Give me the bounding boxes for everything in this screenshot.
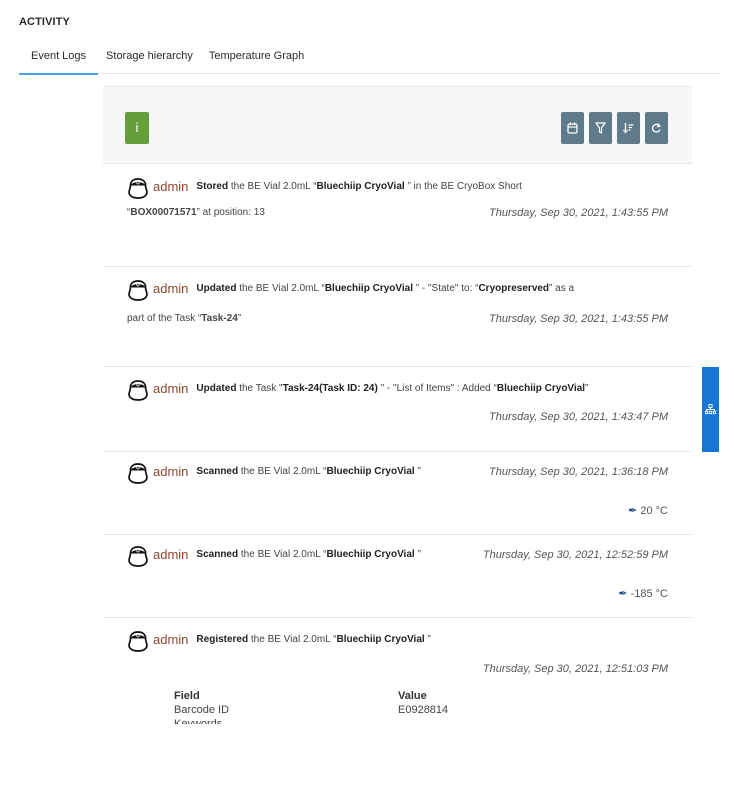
message-text: ” xyxy=(424,634,431,645)
event-log-item: admin Scanned the BE Vial 2.0mL “Bluechi… xyxy=(103,452,692,535)
message-text: ” - "State" to: “ xyxy=(413,283,479,294)
event-log-item: admin Updated the Task "Task-24(Task ID:… xyxy=(103,367,719,452)
temperature-value: -185 °C xyxy=(630,588,668,600)
state-value: Cryopreserved xyxy=(478,283,550,294)
table-row: Barcode ID E0928814 xyxy=(174,703,668,717)
tab-storage-hierarchy[interactable]: Storage hierarchy xyxy=(98,48,201,74)
event-timestamp: Thursday, Sep 30, 2021, 1:36:18 PM xyxy=(489,466,668,478)
user-name-link[interactable]: admin xyxy=(153,179,188,195)
event-log-item: admin Registered the BE Vial 2.0mL “Blue… xyxy=(103,618,692,758)
event-log-item: admin Stored the BE Vial 2.0mL “Bluechii… xyxy=(103,164,692,267)
event-timestamp: Thursday, Sep 30, 2021, 1:43:55 PM xyxy=(489,207,668,219)
user-name-link[interactable]: admin xyxy=(153,632,188,648)
event-timestamp: Thursday, Sep 30, 2021, 12:52:59 PM xyxy=(482,549,668,561)
user-name-link[interactable]: admin xyxy=(153,464,188,480)
calendar-icon xyxy=(567,122,578,134)
message-text: ” xyxy=(414,466,421,477)
info-button[interactable]: i xyxy=(125,112,149,144)
event-message: Stored the BE Vial 2.0mL “Bluechiip Cryo… xyxy=(196,179,522,195)
message-text: ” xyxy=(585,383,589,394)
message-text: ” at position: 13 xyxy=(196,207,265,218)
item-name: Bluechiip CryoVial xyxy=(326,466,415,477)
action-label: Registered xyxy=(196,634,249,645)
event-timestamp: Thursday, Sep 30, 2021, 1:43:55 PM xyxy=(489,313,668,325)
event-message: Updated the Task "Task-24(Task ID: 24) "… xyxy=(196,381,588,397)
event-message: Updated the BE Vial 2.0mL “Bluechiip Cry… xyxy=(196,281,574,297)
message-text: " - "List of Items" : Added “ xyxy=(377,383,497,394)
message-text: ” xyxy=(414,549,421,560)
user-avatar-icon xyxy=(128,280,148,301)
event-timestamp: Thursday, Sep 30, 2021, 12:51:03 PM xyxy=(482,663,668,675)
user-avatar-icon xyxy=(128,178,148,199)
action-label: Stored xyxy=(196,181,229,192)
field-name: Barcode ID xyxy=(174,704,230,716)
item-name: Bluechiip CryoVial xyxy=(324,283,413,294)
task-name: Task-24(Task ID: 24) xyxy=(282,383,378,394)
action-label: Updated xyxy=(196,283,237,294)
field-column-header: Field xyxy=(174,690,200,702)
message-text: part of the Task “ xyxy=(127,313,202,324)
field-name: Keywords xyxy=(174,718,223,724)
temperature-reading: ✒ -185 °C xyxy=(127,587,668,600)
value-column-header: Value xyxy=(398,690,427,702)
sort-icon xyxy=(623,123,634,134)
table-row: Keywords xyxy=(174,717,668,724)
temperature-value: 20 °C xyxy=(640,505,668,517)
event-log-item: admin Scanned the BE Vial 2.0mL “Bluechi… xyxy=(103,535,692,618)
tab-temperature-graph[interactable]: Temperature Graph xyxy=(201,48,312,74)
user-avatar-icon xyxy=(128,380,148,401)
event-message: Registered the BE Vial 2.0mL “Bluechiip … xyxy=(196,632,430,648)
user-avatar-icon xyxy=(128,631,148,652)
message-text: the BE Vial 2.0mL “ xyxy=(238,549,327,560)
action-label: Scanned xyxy=(196,466,239,477)
filter-button[interactable] xyxy=(589,112,612,144)
message-text: ” in the BE CryoBox Short xyxy=(404,181,522,192)
hierarchy-icon xyxy=(705,404,716,415)
thermometer-icon: ✒ xyxy=(628,505,638,517)
action-label: Updated xyxy=(196,383,237,394)
filter-icon xyxy=(595,122,606,134)
user-name-link[interactable]: admin xyxy=(153,547,188,563)
refresh-icon xyxy=(651,123,662,133)
message-text: the BE Vial 2.0mL “ xyxy=(248,634,337,645)
item-name: Bluechiip CryoVial xyxy=(326,549,415,560)
event-log-panel: i admin Stored the BE Vial 2.0mL “Bluech… xyxy=(103,86,719,786)
user-avatar-icon xyxy=(128,463,148,484)
item-name: Bluechiip CryoVial xyxy=(316,181,405,192)
refresh-button[interactable] xyxy=(645,112,668,144)
event-message-continued: “BOX00071571” at position: 13 xyxy=(127,205,265,221)
message-text: the BE Vial 2.0mL “ xyxy=(238,466,327,477)
item-name: Bluechiip CryoVial xyxy=(336,634,425,645)
message-text: the BE Vial 2.0mL “ xyxy=(228,181,317,192)
user-avatar-icon xyxy=(128,546,148,567)
field-value-table: Field Value Barcode ID E0928814 Keywords xyxy=(174,689,668,724)
task-name: Task-24 xyxy=(201,313,238,324)
message-text: ” as a xyxy=(549,283,575,294)
section-title: ACTIVITY xyxy=(19,16,70,28)
message-text: the BE Vial 2.0mL “ xyxy=(236,283,325,294)
message-text: the Task " xyxy=(236,383,283,394)
date-filter-button[interactable] xyxy=(561,112,584,144)
event-message: Scanned the BE Vial 2.0mL “Bluechiip Cry… xyxy=(196,464,420,480)
user-name-link[interactable]: admin xyxy=(153,381,188,397)
event-timestamp: Thursday, Sep 30, 2021, 1:43:47 PM xyxy=(489,411,668,423)
message-text: ” xyxy=(237,313,242,324)
temperature-reading: ✒ 20 °C xyxy=(127,504,668,517)
tab-event-logs[interactable]: Event Logs xyxy=(19,48,99,75)
tab-bar: Event Logs Storage hierarchy Temperature… xyxy=(19,48,719,75)
field-value: E0928814 xyxy=(398,704,449,716)
action-label: Scanned xyxy=(196,549,239,560)
item-name: Bluechiip CryoVial xyxy=(496,383,586,394)
event-message: Scanned the BE Vial 2.0mL “Bluechiip Cry… xyxy=(196,547,420,563)
sort-button[interactable] xyxy=(617,112,640,144)
event-log-item: admin Updated the BE Vial 2.0mL “Bluechi… xyxy=(103,267,692,367)
box-id: BOX00071571 xyxy=(130,207,197,218)
user-name-link[interactable]: admin xyxy=(153,281,188,297)
table-header: Field Value xyxy=(174,689,668,703)
toolbar: i xyxy=(103,86,692,164)
storage-hierarchy-side-button[interactable] xyxy=(702,367,719,452)
event-message-continued: part of the Task “Task-24” xyxy=(127,311,241,327)
thermometer-icon: ✒ xyxy=(618,588,628,600)
